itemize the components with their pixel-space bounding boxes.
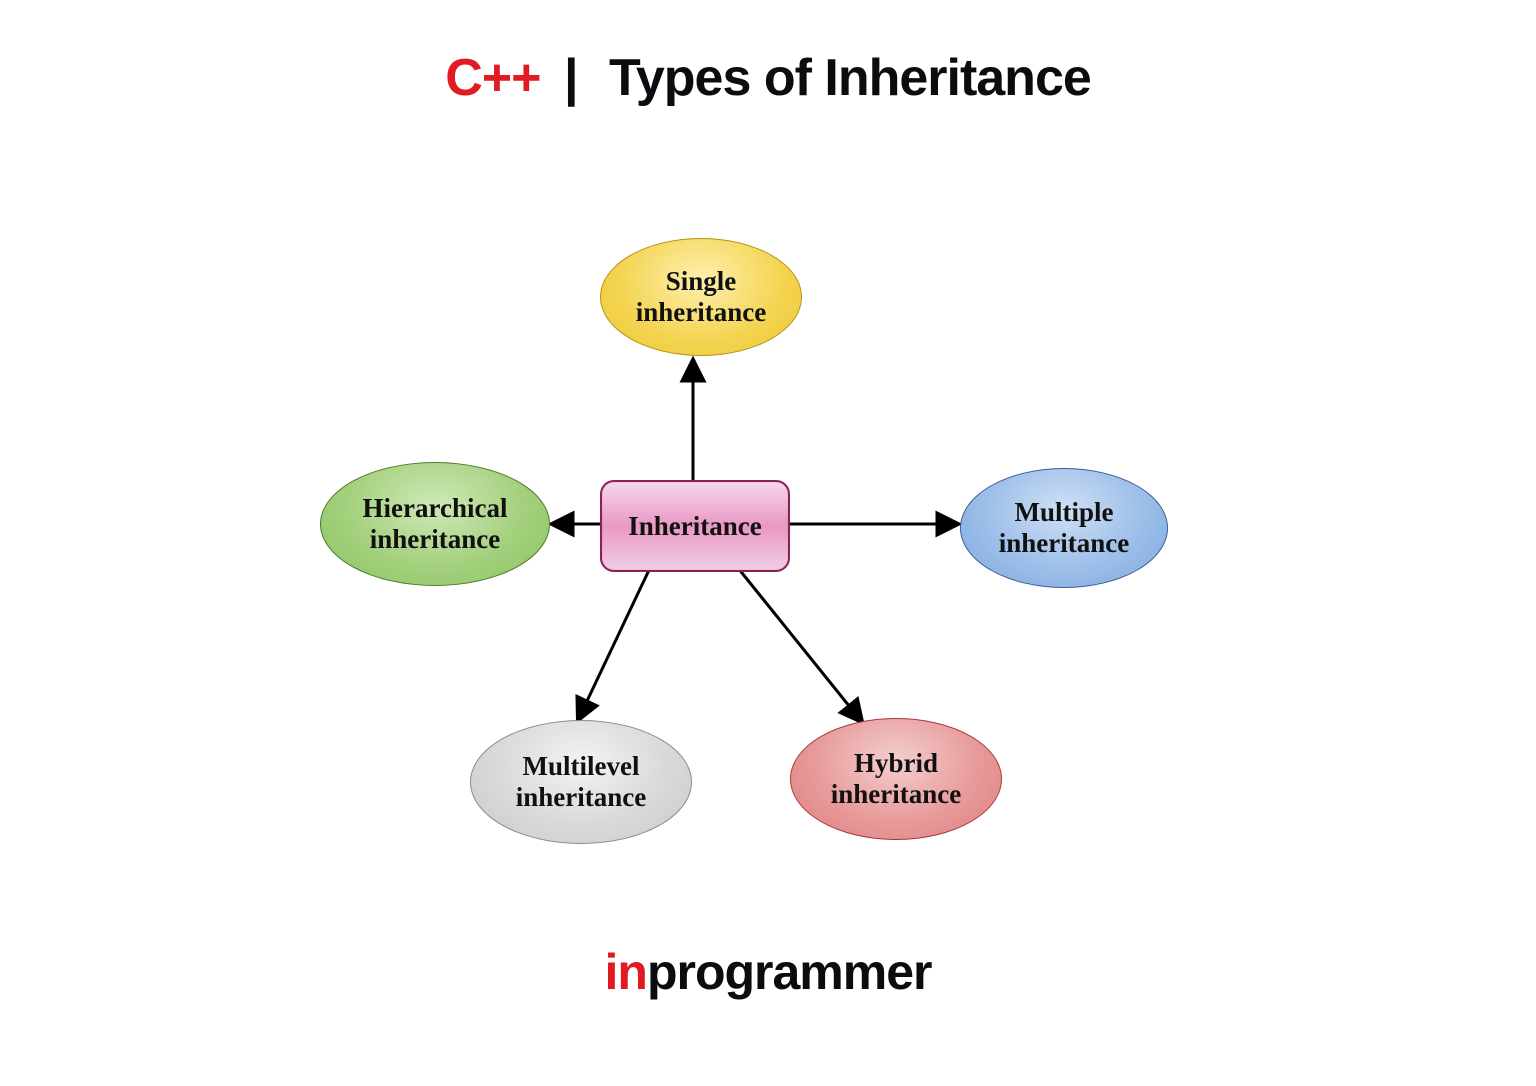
center-node-label: Inheritance (628, 511, 761, 542)
center-node-inheritance: Inheritance (600, 480, 790, 572)
node-label: Multilevel inheritance (516, 751, 646, 813)
node-multiple: Multiple inheritance (960, 468, 1168, 588)
node-label: Hybrid inheritance (831, 748, 961, 810)
node-hierarchical: Hierarchical inheritance (320, 462, 550, 586)
node-label: Single inheritance (636, 266, 766, 328)
arrow-center-br (738, 568, 862, 722)
title-prefix: C++ (445, 49, 540, 107)
arrow-center-bl (578, 568, 650, 720)
node-label: Hierarchical inheritance (363, 493, 508, 555)
title-text: Types of Inheritance (609, 49, 1091, 107)
diagram-stage: C++ | Types of Inheritance Inheritance S… (0, 0, 1536, 1086)
node-label: Multiple inheritance (999, 497, 1129, 559)
footer-text: programmer (647, 944, 932, 1000)
node-multilevel: Multilevel inheritance (470, 720, 692, 844)
page-title: C++ | Types of Inheritance (0, 48, 1536, 108)
node-hybrid: Hybrid inheritance (790, 718, 1002, 840)
footer-brand: inprogrammer (0, 943, 1536, 1001)
node-single: Single inheritance (600, 238, 802, 356)
title-separator: | (564, 49, 578, 107)
footer-prefix: in (605, 944, 647, 1000)
